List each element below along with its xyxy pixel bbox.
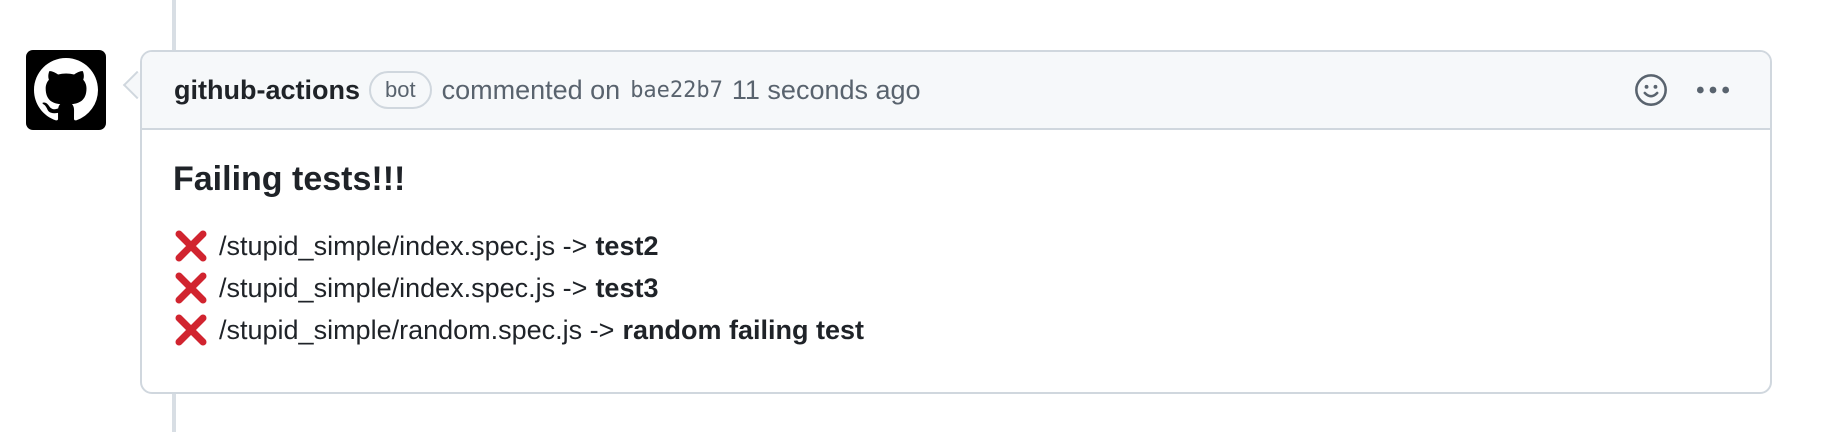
action-text: commented on	[441, 74, 621, 105]
comment-title: Failing tests!!!	[173, 160, 406, 198]
test-path: /stupid_simple/index.spec.js ->	[219, 272, 588, 303]
comment-header: github-actions bot commented on bae22b7 …	[142, 52, 1770, 130]
failing-test-item: /stupid_simple/random.spec.js -> random …	[173, 309, 1738, 351]
red-x-icon	[173, 270, 209, 306]
avatar[interactable]	[26, 50, 106, 130]
red-x-icon	[173, 312, 209, 348]
author-link[interactable]: github-actions	[174, 75, 360, 106]
test-name: test2	[595, 230, 659, 261]
comment-body: Failing tests!!! /stupid_simple/index.sp…	[142, 130, 1770, 351]
add-reaction-button[interactable]	[1634, 73, 1668, 107]
smiley-icon	[1635, 74, 1667, 106]
timestamp-link[interactable]: 11 seconds ago	[732, 75, 921, 106]
more-options-button[interactable]	[1694, 73, 1732, 107]
red-x-icon	[173, 228, 209, 264]
header-actions	[1634, 73, 1732, 107]
failing-test-item: /stupid_simple/index.spec.js -> test3	[173, 267, 1738, 309]
commit-sha-link[interactable]: bae22b7	[630, 78, 723, 103]
test-path: /stupid_simple/random.spec.js ->	[219, 314, 615, 345]
github-octocat-icon	[34, 58, 98, 121]
failing-tests-list: /stupid_simple/index.spec.js -> test2 /s…	[173, 225, 1738, 351]
test-path: /stupid_simple/index.spec.js ->	[219, 230, 588, 261]
test-name: random failing test	[622, 314, 864, 345]
failing-test-item: /stupid_simple/index.spec.js -> test2	[173, 225, 1738, 267]
bot-badge: bot	[368, 71, 432, 109]
kebab-horizontal-icon	[1696, 86, 1730, 94]
comment-box: github-actions bot commented on bae22b7 …	[140, 50, 1772, 394]
test-name: test3	[595, 272, 659, 303]
